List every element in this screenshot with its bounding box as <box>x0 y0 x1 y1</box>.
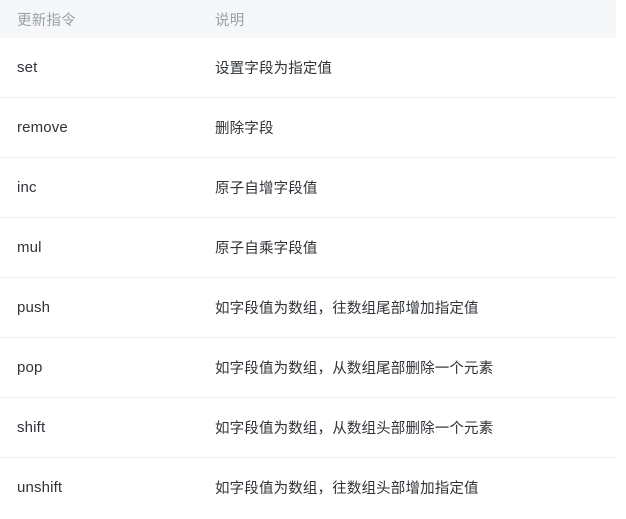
table-row: remove 删除字段 <box>0 97 616 158</box>
cell-command: push <box>0 277 199 338</box>
cell-command: shift <box>0 397 199 458</box>
cell-description: 如字段值为数组，从数组尾部删除一个元素 <box>199 337 616 398</box>
cell-description: 原子自增字段值 <box>199 157 616 218</box>
table-header-row: 更新指令 说明 <box>0 0 616 38</box>
cell-description: 如字段值为数组，从数组头部删除一个元素 <box>199 397 616 458</box>
cell-description: 如字段值为数组，往数组头部增加指定值 <box>199 457 616 517</box>
table-header: 更新指令 说明 <box>0 0 616 38</box>
cell-command: mul <box>0 217 199 278</box>
cell-description: 如字段值为数组，往数组尾部增加指定值 <box>199 277 616 338</box>
cell-command: pop <box>0 337 199 398</box>
cell-command: inc <box>0 157 199 218</box>
table-row: mul 原子自乘字段值 <box>0 217 616 278</box>
cell-command: set <box>17 59 38 76</box>
table-row: shift 如字段值为数组，从数组头部删除一个元素 <box>0 397 616 458</box>
cell-command: unshift <box>0 457 199 517</box>
table-row: unshift 如字段值为数组，往数组头部增加指定值 <box>0 457 616 517</box>
column-header-command: 更新指令 <box>17 12 76 29</box>
table-row: pop 如字段值为数组，从数组尾部删除一个元素 <box>0 337 616 398</box>
cell-description: 原子自乘字段值 <box>199 217 616 278</box>
cell-command: remove <box>0 97 199 158</box>
column-header-description: 说明 <box>215 12 245 29</box>
table-row: push 如字段值为数组，往数组尾部增加指定值 <box>0 277 616 338</box>
table-row: inc 原子自增字段值 <box>0 157 616 218</box>
update-commands-table: 更新指令 说明 set 设置字段为指定值 remove 删除字段 inc 原子自增字段值 m… <box>0 0 616 517</box>
cell-description: 删除字段 <box>199 97 616 158</box>
table-row: set 设置字段为指定值 <box>0 38 616 98</box>
cell-description: 设置字段为指定值 <box>215 61 333 77</box>
table-body: set 设置字段为指定值 remove 删除字段 inc 原子自增字段值 mul 原子自乘字段… <box>0 38 616 517</box>
